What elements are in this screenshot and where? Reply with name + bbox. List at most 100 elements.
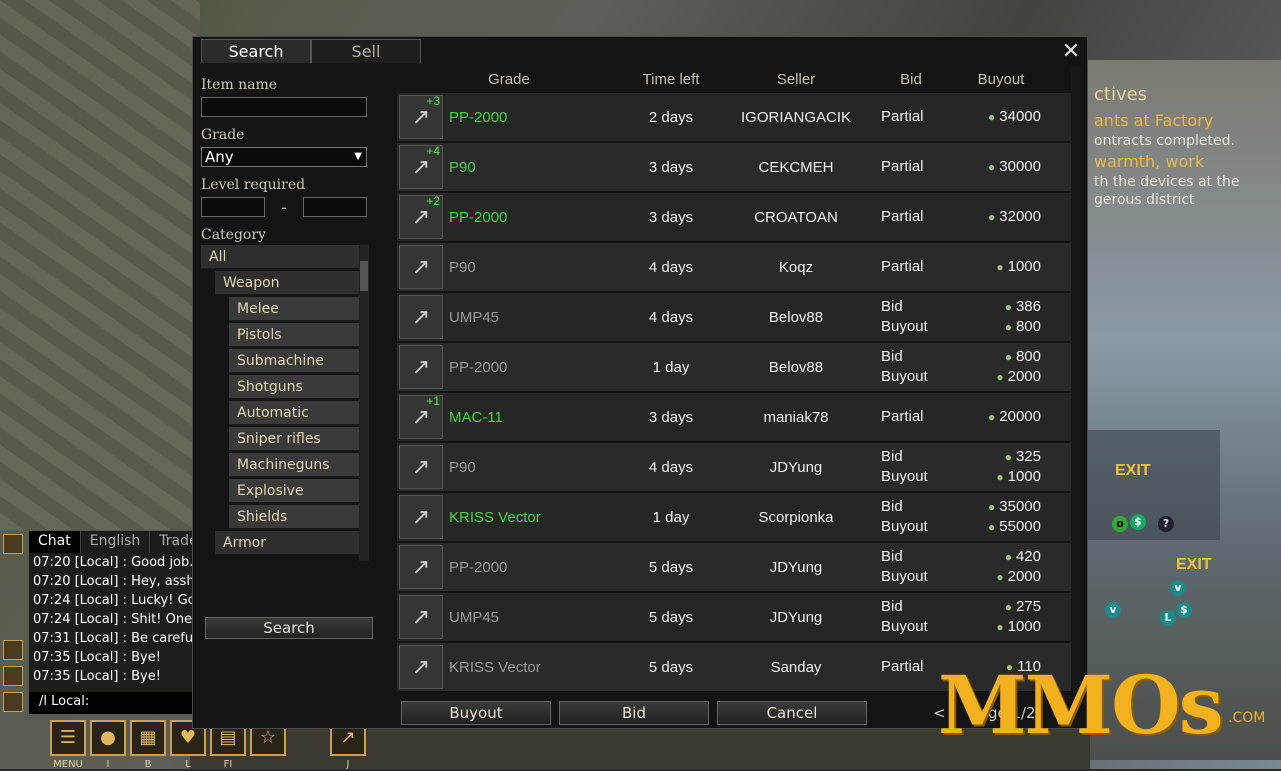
table-row[interactable]: ↗ +1 MAC-11 3 days maniak78 Partial ● 20000 (397, 393, 1073, 441)
table-row[interactable]: ↗ KRISS Vector 1 day Scorpionka Bid Buyout ● 35… (397, 493, 1073, 541)
column-buyout[interactable]: Buyout (951, 67, 1051, 93)
buyout-cell: ● 20000 (951, 407, 1051, 427)
column-time-left[interactable]: Time left (621, 67, 721, 93)
weapon-icon[interactable]: ↗ (399, 445, 443, 489)
seller-name: CEKCMEH (758, 158, 834, 176)
weapon-icon[interactable]: ↗ +2 (399, 194, 443, 239)
category-item[interactable]: Automatic (229, 401, 367, 425)
category-item[interactable]: Shotguns (229, 375, 367, 399)
inventory-button[interactable]: ▦ B (130, 720, 166, 770)
journal-icon: ▤ (219, 727, 237, 748)
table-row[interactable]: ↗ +2 PP-2000 3 days CROATOAN Partial ● 32000 (397, 193, 1073, 241)
weapon-icon[interactable]: ↗ +3 (399, 94, 443, 139)
seller-name: Koqz (778, 258, 814, 276)
category-item[interactable]: Explosive (229, 479, 367, 503)
item-name: KRISS Vector (449, 658, 541, 676)
category-item[interactable]: Shields (229, 505, 367, 529)
bid-button[interactable]: Bid (559, 701, 709, 725)
price-value: 420 (1015, 548, 1041, 565)
cash-icon: ● (996, 260, 1004, 274)
column-grade[interactable]: Grade (397, 67, 621, 93)
tab-sell[interactable]: Sell (311, 39, 421, 63)
list-scrollbar[interactable] (1071, 67, 1081, 695)
mail-icon[interactable] (3, 640, 23, 660)
column-bid[interactable]: Bid (871, 67, 951, 93)
bid-cell: Bid Buyout (871, 447, 951, 487)
weapon-icon[interactable]: ↗ +4 (399, 144, 443, 189)
category-item[interactable]: Armor (215, 531, 367, 555)
grade-select[interactable]: Any ▼ (201, 147, 367, 167)
shield-marker-icon[interactable]: v (1170, 580, 1186, 596)
menu-button[interactable]: ☰ MENU (50, 720, 86, 770)
money-icon[interactable]: $ (1176, 602, 1192, 618)
chat-tab-english[interactable]: English (81, 531, 151, 553)
chat-message: 07:24 [Local] : Lucky! Go away clear. (33, 593, 192, 608)
chat-message: 07:20 [Local] : Good job. (33, 555, 192, 570)
question-icon[interactable]: ? (1158, 516, 1174, 532)
settings-icon[interactable] (3, 666, 23, 686)
table-row[interactable]: ↗ P90 4 days JDYung Bid Buyout ● 325 ● 1000 (397, 443, 1073, 491)
quest-title[interactable]: warmth, work (1090, 150, 1281, 173)
item-name: PP-2000 (449, 208, 508, 226)
logo-text: MMOs (938, 658, 1224, 752)
chat-tab-chat[interactable]: Chat (29, 531, 81, 553)
table-row[interactable]: ↗ +4 P90 3 days CEKCMEH Partial ● 30000 (397, 143, 1073, 191)
category-item[interactable]: Machineguns (229, 453, 367, 477)
close-icon[interactable]: ✕ (1060, 41, 1082, 63)
time-left: 3 days (648, 158, 694, 176)
weapon-icon[interactable]: ↗ (399, 245, 443, 289)
cash-icon: ● (996, 570, 1004, 584)
level-from-input[interactable] (201, 197, 265, 217)
table-row[interactable]: ↗ PP-2000 1 day Belov88 Bid Buyout ● 800 ● 2000 (397, 343, 1073, 391)
weapon-icon[interactable]: ↗ (399, 545, 443, 589)
shield-marker-icon[interactable]: v (1105, 602, 1121, 618)
category-item[interactable]: All (201, 245, 367, 269)
weapon-icon[interactable]: ↗ (399, 595, 443, 639)
bid-cell: Bid Buyout (871, 597, 951, 637)
category-scrollbar[interactable] (359, 245, 369, 561)
bid-cell: Bid Buyout (871, 547, 951, 587)
weapon-icon[interactable]: ↗ (399, 645, 443, 689)
table-row[interactable]: ↗ UMP45 5 days JDYung Bid Buyout ● 275 ● 1000 (397, 593, 1073, 641)
search-button[interactable]: Search (205, 617, 373, 639)
category-item[interactable]: Pistols (229, 323, 367, 347)
table-row[interactable]: ↗ UMP45 4 days Belov88 Bid Buyout ● 386 ● 800 (397, 293, 1073, 341)
price-value: 800 (1015, 348, 1041, 365)
profile-icon[interactable] (3, 692, 23, 712)
lock-icon[interactable]: L (1160, 610, 1176, 626)
category-item[interactable]: Sniper rifles (229, 427, 367, 451)
objectives-panel: ctives ants at Factory ontracts complete… (1090, 80, 1281, 209)
level-to-input[interactable] (303, 197, 367, 217)
weapon-icon[interactable]: ↗ (399, 495, 443, 539)
map-marker-icon[interactable]: o (1112, 516, 1128, 532)
hotkey-label: B (144, 759, 152, 770)
weapon-icon[interactable]: ↗ (399, 295, 443, 339)
money-icon[interactable]: $ (1130, 514, 1146, 530)
category-item[interactable]: Melee (229, 297, 367, 321)
price-value: 20000 (999, 408, 1041, 425)
upgrade-level: +2 (426, 194, 440, 208)
item-name-input[interactable] (201, 97, 367, 117)
weapon-icon[interactable]: ↗ +1 (399, 394, 443, 439)
chat-input[interactable]: /l Local: (29, 692, 192, 714)
weapon-icon[interactable]: ↗ (399, 345, 443, 389)
buyout-button[interactable]: Buyout (401, 701, 551, 725)
scroll-thumb[interactable] (360, 261, 368, 291)
quest-text: ontracts completed. (1094, 133, 1235, 149)
item-name: UMP45 (449, 308, 500, 326)
category-item[interactable]: Submachine (229, 349, 367, 373)
factory-floor (0, 0, 200, 530)
character-button[interactable]: ● I (90, 720, 126, 770)
tab-search[interactable]: Search (201, 39, 311, 63)
weapon-icon: ↗ (340, 727, 356, 748)
quest-title[interactable]: ants at Factory (1090, 109, 1281, 132)
cancel-button[interactable]: Cancel (717, 701, 867, 725)
table-row[interactable]: ↗ PP-2000 5 days JDYung Bid Buyout ● 420 ● 2000 (397, 543, 1073, 591)
chevron-down-icon: ▼ (354, 151, 362, 162)
item-name: PP-2000 (449, 108, 508, 126)
table-row[interactable]: ↗ +3 PP-2000 2 days IGORIANGACIK Partial ● 3400… (397, 93, 1073, 141)
table-row[interactable]: ↗ P90 4 days Koqz Partial ● 1000 (397, 243, 1073, 291)
column-seller[interactable]: Seller (721, 67, 871, 93)
category-item[interactable]: Weapon (215, 271, 367, 295)
chat-toggle-icon[interactable] (3, 534, 23, 554)
